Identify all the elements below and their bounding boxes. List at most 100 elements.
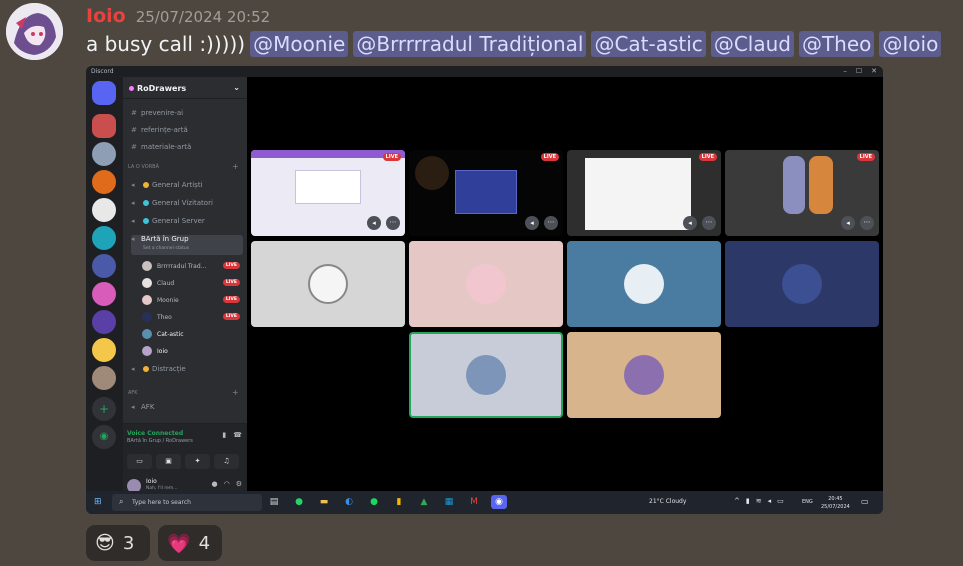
- channel-item: # materiale-artă: [131, 143, 243, 156]
- voice-status: Voice Connected: [127, 430, 184, 437]
- taskbar-clock: 20:45 25/07/2024: [821, 495, 850, 511]
- voice-connected-panel: Voice Connected BArtă în Grup / RoDrawer…: [123, 423, 247, 477]
- reaction-heart[interactable]: 💗 4: [158, 525, 222, 561]
- live-badge: LIVE: [222, 313, 240, 320]
- voice-user: Brrrrradul Trad... LIVE: [142, 259, 240, 273]
- voice-location: BArtă în Grup / RoDrawers: [127, 438, 193, 444]
- channel-emoji-icon: [143, 366, 149, 372]
- participant-tile: [567, 241, 721, 327]
- gmail-icon: M: [470, 497, 478, 507]
- channel-item: # referințe-artă: [131, 126, 243, 139]
- avatar: [142, 329, 152, 339]
- mention-claud[interactable]: @Claud: [710, 31, 794, 57]
- channel-label: materiale-artă: [141, 143, 192, 151]
- speaker-icon: ◂: [131, 217, 135, 225]
- message-text: a busy call :))))): [86, 32, 246, 56]
- participant-tile: [409, 332, 563, 418]
- mention-cat-astic[interactable]: @Cat-astic: [591, 31, 706, 57]
- message-timestamp: 25/07/2024 20:52: [135, 8, 271, 26]
- call-stage: LIVE ◂ ⋯ LIVE ◂ ⋯ LIVE ◂ ⋯ LIVE ◂ ⋯: [247, 77, 883, 491]
- stream-preview: [415, 156, 449, 190]
- mention-brrrrradul[interactable]: @Brrrrradul Tradițional: [353, 31, 587, 57]
- voice-channel-item: ◂ General Server: [131, 217, 243, 230]
- avatar: [782, 264, 822, 304]
- channel-label: General Server: [152, 217, 205, 225]
- live-badge: LIVE: [540, 153, 559, 161]
- more-icon: ⋯: [386, 216, 400, 230]
- headphones-icon: ◠: [223, 480, 230, 488]
- voice-channel-item: ◂ Distracție: [131, 365, 243, 378]
- microphone-icon: ▮: [745, 497, 750, 505]
- voice-user: Claud LIVE: [142, 276, 240, 290]
- channel-label: General Vizitatori: [152, 199, 213, 207]
- sunglasses-emoji-icon: 😎: [95, 532, 115, 554]
- speaker-icon: ◂: [131, 403, 135, 411]
- channel-emoji-icon: [143, 182, 149, 188]
- live-badge: LIVE: [222, 296, 240, 303]
- reaction-count: 3: [122, 532, 135, 554]
- mention-theo[interactable]: @Theo: [798, 31, 875, 57]
- avatar: [142, 261, 152, 271]
- participant-tile: [725, 241, 879, 327]
- whatsapp-icon: ●: [295, 497, 303, 507]
- live-badge: LIVE: [222, 262, 240, 269]
- channel-label: AFK: [141, 403, 155, 411]
- hash-icon: #: [131, 109, 137, 117]
- author-name[interactable]: Ioio: [86, 5, 126, 27]
- avatar: [142, 312, 152, 322]
- voice-user: Theo LIVE: [142, 310, 240, 324]
- guild-header: RoDrawers ⌄: [123, 77, 247, 99]
- reaction-sunglasses[interactable]: 😎 3: [86, 525, 150, 561]
- spotify-icon: ●: [370, 497, 378, 507]
- stream-preview: [585, 158, 691, 230]
- user-panel-name: Ioio: [146, 478, 157, 485]
- camera-icon: ▭: [127, 454, 152, 469]
- hash-icon: #: [131, 143, 137, 151]
- participant-tile: [409, 241, 563, 327]
- edge-icon: ◐: [345, 497, 353, 507]
- server-icon: [92, 366, 116, 390]
- reaction-count: 4: [198, 532, 211, 554]
- stream-preview: [809, 156, 833, 214]
- gear-icon: ⚙: [235, 480, 242, 488]
- participant-tile: [251, 241, 405, 327]
- speaker-icon: ◂: [131, 365, 135, 373]
- channel-label: referințe-artă: [141, 126, 188, 134]
- discord-taskbar-icon: ◉: [491, 495, 507, 509]
- voice-user-name: Claud: [157, 279, 175, 287]
- add-server-icon: +: [92, 397, 116, 421]
- live-badge: LIVE: [856, 153, 875, 161]
- mention-ioio[interactable]: @Ioio: [879, 31, 942, 57]
- more-icon: ⋯: [544, 216, 558, 230]
- category-header: LA O VORBĂ +: [128, 162, 239, 171]
- author-avatar[interactable]: [6, 3, 63, 60]
- discord-home-icon: [92, 81, 116, 105]
- voice-user: Cat-astic: [142, 327, 240, 341]
- channel-label: prevenire-ai: [141, 109, 184, 117]
- voice-user: Ioio: [142, 344, 240, 358]
- file-explorer-icon: ▬: [319, 497, 329, 507]
- server-rail: + ◉: [86, 77, 123, 491]
- maximize-icon: ☐: [855, 67, 863, 75]
- server-icon: [92, 310, 116, 334]
- channel-item: # prevenire-ai: [131, 109, 243, 122]
- guild-name: RoDrawers: [137, 84, 187, 93]
- server-icon: [92, 114, 116, 138]
- avatar: [308, 264, 348, 304]
- server-icon: [92, 142, 116, 166]
- stream-preview: [455, 170, 517, 214]
- pink-heart-emoji-icon: 💗: [167, 532, 191, 555]
- clock-time: 20:45: [828, 496, 843, 502]
- chevron-down-icon: ⌄: [233, 83, 240, 92]
- disconnect-icon: ☎: [233, 431, 242, 439]
- server-icon: [92, 338, 116, 362]
- avatar: [466, 264, 506, 304]
- server-icon: [92, 170, 116, 194]
- voice-channel-item: ◂ General Vizitatori: [131, 199, 243, 212]
- mention-moonie[interactable]: @Moonie: [250, 31, 349, 57]
- participant-tile: [567, 332, 721, 418]
- more-icon: ⋯: [702, 216, 716, 230]
- taskbar-search-placeholder: Type here to search: [132, 499, 191, 506]
- channel-label: BArtă în Grup: [141, 235, 189, 243]
- attached-screenshot[interactable]: Discord – ☐ ✕ + ◉ RoDrawers ⌄ # prevenire…: [86, 66, 883, 514]
